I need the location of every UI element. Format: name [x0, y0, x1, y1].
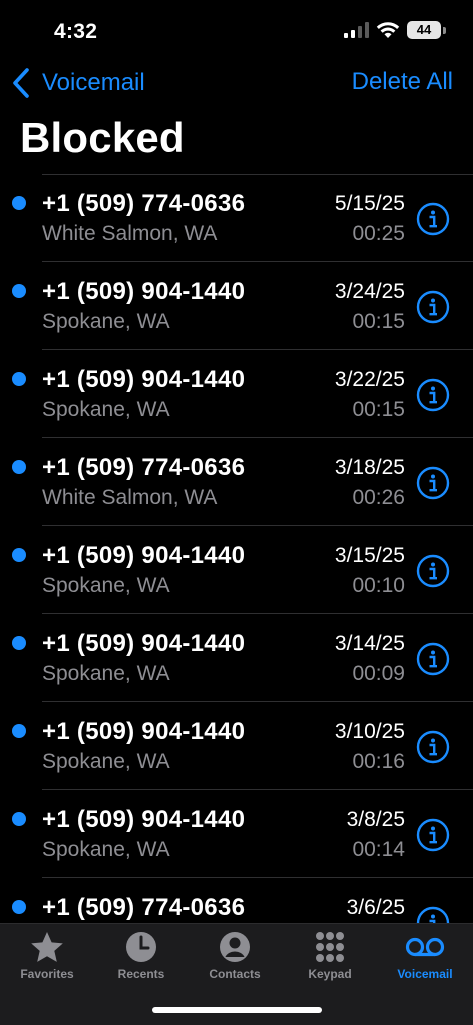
voicemail-row[interactable]: +1 (509) 904-1440 Spokane, WA 3/15/25 00:10 — [0, 526, 473, 614]
voicemail-row[interactable]: +1 (509) 774-0636 3/6/25 — [0, 878, 473, 924]
chevron-left-icon — [13, 68, 29, 98]
unread-dot — [12, 548, 26, 562]
back-to-voicemail-button[interactable]: Voicemail — [10, 66, 145, 100]
tab-contacts[interactable]: Contacts — [188, 930, 282, 981]
voicemail-duration: 00:16 — [352, 750, 405, 773]
caller-number: +1 (509) 904-1440 — [42, 278, 246, 305]
info-icon[interactable] — [416, 378, 450, 412]
status-time: 4:32 — [54, 20, 98, 43]
status-bar: 4:32 44 — [0, 0, 473, 62]
info-icon[interactable] — [416, 906, 450, 924]
voicemail-list: +1 (509) 774-0636 White Salmon, WA 5/15/25… — [0, 174, 473, 924]
tab-favorites[interactable]: Favorites — [0, 930, 94, 981]
caller-number: +1 (509) 774-0636 — [42, 190, 246, 217]
tab-voicemail[interactable]: Voicemail — [378, 930, 472, 981]
info-icon[interactable] — [416, 642, 450, 676]
caller-number: +1 (509) 904-1440 — [42, 718, 246, 745]
voicemail-row[interactable]: +1 (509) 904-1440 Spokane, WA 3/8/25 00:14 — [0, 790, 473, 878]
unread-dot — [12, 196, 26, 210]
battery-indicator: 44 — [407, 21, 441, 39]
battery-cap — [443, 27, 446, 34]
tab-label: Favorites — [20, 967, 74, 981]
voicemail-date: 3/10/25 — [334, 720, 405, 743]
caller-location: White Salmon, WA — [42, 222, 218, 245]
voicemail-duration: 00:15 — [352, 310, 405, 333]
voicemail-date: 3/18/25 — [334, 456, 405, 479]
caller-location: Spokane, WA — [42, 310, 170, 333]
info-icon[interactable] — [416, 466, 450, 500]
home-indicator — [152, 1007, 322, 1013]
caller-location: White Salmon, WA — [42, 486, 218, 509]
voicemail-duration: 00:14 — [352, 838, 405, 861]
caller-number: +1 (509) 774-0636 — [42, 454, 246, 481]
star-icon — [31, 932, 63, 962]
info-icon[interactable] — [416, 730, 450, 764]
keypad-icon — [316, 932, 344, 962]
voicemail-row[interactable]: +1 (509) 774-0636 White Salmon, WA 5/15/25… — [0, 174, 473, 262]
unread-dot — [12, 812, 26, 826]
info-icon[interactable] — [416, 818, 450, 852]
voicemail-duration: 00:15 — [352, 398, 405, 421]
tab-label: Contacts — [209, 967, 261, 981]
voicemail-duration: 00:10 — [352, 574, 405, 597]
unread-dot — [12, 284, 26, 298]
voicemail-row[interactable]: +1 (509) 774-0636 White Salmon, WA 3/18/25… — [0, 438, 473, 526]
voicemail-date: 3/22/25 — [334, 368, 405, 391]
caller-location: Spokane, WA — [42, 750, 170, 773]
voicemail-duration: 00:09 — [352, 662, 405, 685]
info-icon[interactable] — [416, 290, 450, 324]
voicemail-date: 3/15/25 — [334, 544, 405, 567]
voicemail-duration: 00:26 — [352, 486, 405, 509]
tab-label: Keypad — [308, 967, 352, 981]
voicemail-date: 3/14/25 — [334, 632, 405, 655]
page-title: Blocked — [20, 114, 185, 161]
caller-number: +1 (509) 904-1440 — [42, 542, 246, 569]
unread-dot — [12, 724, 26, 738]
clock-icon — [126, 932, 156, 962]
unread-dot — [12, 372, 26, 386]
cellular-signal-icon — [344, 22, 369, 38]
caller-location: Spokane, WA — [42, 838, 170, 861]
tab-label: Voicemail — [397, 967, 453, 981]
unread-dot — [12, 900, 26, 914]
voicemail-row[interactable]: +1 (509) 904-1440 Spokane, WA 3/14/25 00:09 — [0, 614, 473, 702]
voicemail-row[interactable]: +1 (509) 904-1440 Spokane, WA 3/10/25 00:16 — [0, 702, 473, 790]
tab-label: Recents — [117, 967, 165, 981]
caller-number: +1 (509) 904-1440 — [42, 630, 246, 657]
caller-location: Spokane, WA — [42, 398, 170, 421]
person-icon — [220, 932, 250, 962]
voicemail-date: 3/24/25 — [334, 280, 405, 303]
caller-location: Spokane, WA — [42, 662, 170, 685]
voicemail-icon — [405, 937, 445, 957]
voicemail-date: 3/8/25 — [346, 808, 405, 831]
caller-number: +1 (509) 774-0636 — [42, 894, 246, 921]
tab-keypad[interactable]: Keypad — [283, 930, 377, 981]
unread-dot — [12, 460, 26, 474]
info-icon[interactable] — [416, 554, 450, 588]
voicemail-date: 5/15/25 — [334, 192, 405, 215]
wifi-icon — [376, 22, 400, 38]
voicemail-row[interactable]: +1 (509) 904-1440 Spokane, WA 3/24/25 00:15 — [0, 262, 473, 350]
unread-dot — [12, 636, 26, 650]
back-button-label: Voicemail — [42, 69, 145, 96]
caller-number: +1 (509) 904-1440 — [42, 366, 246, 393]
voicemail-row[interactable]: +1 (509) 904-1440 Spokane, WA 3/22/25 00:15 — [0, 350, 473, 438]
caller-location: Spokane, WA — [42, 574, 170, 597]
caller-number: +1 (509) 904-1440 — [42, 806, 246, 833]
voicemail-date: 3/6/25 — [346, 896, 405, 919]
delete-all-button[interactable]: Delete All — [352, 68, 453, 96]
info-icon[interactable] — [416, 202, 450, 236]
tab-recents[interactable]: Recents — [94, 930, 188, 981]
voicemail-duration: 00:25 — [352, 222, 405, 245]
